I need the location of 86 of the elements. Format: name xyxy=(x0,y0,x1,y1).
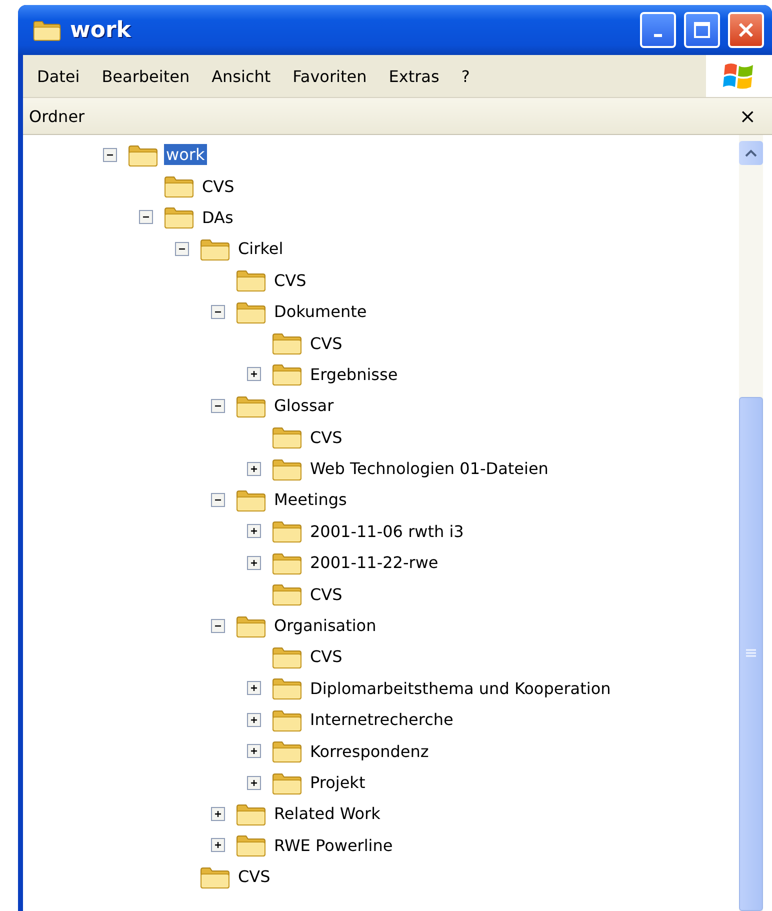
menu-item[interactable]: Ansicht xyxy=(204,62,285,90)
window-title: work xyxy=(70,18,132,42)
grip-icon xyxy=(746,649,756,659)
folder-icon xyxy=(271,739,303,764)
tree-item[interactable]: CVS xyxy=(308,332,344,354)
tree-item[interactable]: 2001-11-06 rwth i3 xyxy=(308,520,466,542)
tree-item[interactable]: Internetrecherche xyxy=(308,709,456,730)
collapse-toggle-icon[interactable] xyxy=(103,148,117,162)
tree-item[interactable]: Ergebnisse xyxy=(308,364,400,385)
menu-item[interactable]: Favoriten xyxy=(284,62,381,90)
tree-item[interactable]: CVS xyxy=(308,426,344,448)
folder-icon xyxy=(127,142,159,167)
folder-icon xyxy=(271,676,303,700)
folder-icon xyxy=(163,174,195,198)
tree-item[interactable]: Korrespondenz xyxy=(308,740,431,762)
tree-item[interactable]: Projekt xyxy=(308,772,368,793)
expand-toggle-icon[interactable] xyxy=(247,556,261,570)
folder-icon xyxy=(271,331,303,356)
tree-item[interactable]: CVS xyxy=(272,270,308,291)
folder-icon xyxy=(235,394,267,418)
collapse-toggle-icon[interactable] xyxy=(211,492,225,507)
scroll-up-button[interactable] xyxy=(739,141,763,165)
folder-icon xyxy=(271,456,303,481)
close-pane-button[interactable]: × xyxy=(737,104,758,128)
collapse-toggle-icon[interactable] xyxy=(139,210,153,224)
folder-icon xyxy=(271,519,303,544)
tree-item[interactable]: RWE Powerline xyxy=(272,834,395,856)
minimize-button[interactable] xyxy=(640,12,676,48)
close-button[interactable] xyxy=(728,12,764,48)
pane-title: Ordner xyxy=(29,106,85,126)
collapse-toggle-icon[interactable] xyxy=(211,398,225,413)
folder-icon xyxy=(235,488,267,512)
expand-toggle-icon[interactable] xyxy=(247,776,261,790)
expand-toggle-icon[interactable] xyxy=(247,462,261,476)
tree-item[interactable]: 2001-11-22-rwe xyxy=(308,552,440,574)
folder-icon xyxy=(163,205,195,230)
collapse-toggle-icon[interactable] xyxy=(211,304,225,319)
folder-icon xyxy=(271,644,303,669)
tree-item[interactable]: Meetings xyxy=(272,489,349,510)
expand-toggle-icon[interactable] xyxy=(211,806,225,821)
folder-icon xyxy=(235,833,267,858)
tree-item[interactable]: CVS xyxy=(308,646,344,668)
tree-item[interactable]: Related Work xyxy=(272,803,382,824)
folder-icon xyxy=(271,770,303,794)
scrollbar[interactable] xyxy=(739,135,763,911)
folder-icon xyxy=(199,864,231,889)
folder-icon xyxy=(271,425,303,450)
maximize-button[interactable] xyxy=(684,12,720,48)
tree-item[interactable]: Cirkel xyxy=(236,238,286,260)
minimize-icon xyxy=(654,34,662,36)
folder-icon xyxy=(271,550,303,575)
expand-toggle-icon[interactable] xyxy=(211,838,225,852)
tree-item[interactable]: CVS xyxy=(236,866,272,888)
tree-item[interactable]: Dokumente xyxy=(272,301,369,322)
folder-icon xyxy=(199,236,231,261)
tree-item[interactable]: Glossar xyxy=(272,395,336,416)
folder-icon xyxy=(271,582,303,606)
tree-item[interactable]: Web Technologien 01-Dateien xyxy=(308,458,550,480)
tree-item[interactable]: work xyxy=(164,144,207,166)
menu-item[interactable]: ? xyxy=(453,62,484,90)
folder-icon xyxy=(235,300,267,324)
expand-toggle-icon[interactable] xyxy=(247,744,261,758)
folder-icon xyxy=(235,614,267,638)
expand-toggle-icon[interactable] xyxy=(247,524,261,538)
expand-toggle-icon[interactable] xyxy=(247,712,261,727)
folder-icon xyxy=(32,18,62,42)
tree-item[interactable]: Diplomarbeitsthema und Kooperation xyxy=(308,678,613,699)
expand-toggle-icon[interactable] xyxy=(247,367,261,382)
folder-icon xyxy=(235,268,267,292)
tree-item[interactable]: CVS xyxy=(200,176,236,197)
maximize-icon xyxy=(693,21,711,39)
tree-item[interactable]: CVS xyxy=(308,584,344,605)
menu-item[interactable]: Bearbeiten xyxy=(94,62,204,90)
scroll-thumb[interactable] xyxy=(739,397,763,911)
expand-toggle-icon[interactable] xyxy=(247,681,261,696)
tree-item[interactable]: Organisation xyxy=(272,615,378,636)
folder-icon xyxy=(271,362,303,386)
caret-up-icon xyxy=(745,149,757,157)
close-icon xyxy=(736,20,756,40)
collapse-toggle-icon[interactable] xyxy=(211,618,225,633)
folder-icon xyxy=(271,708,303,732)
menu-item[interactable]: Extras xyxy=(380,62,454,90)
collapse-toggle-icon[interactable] xyxy=(175,242,189,256)
folder-icon xyxy=(235,802,267,826)
menu-item[interactable]: Datei xyxy=(29,62,94,90)
tree-item[interactable]: DAs xyxy=(200,206,236,228)
